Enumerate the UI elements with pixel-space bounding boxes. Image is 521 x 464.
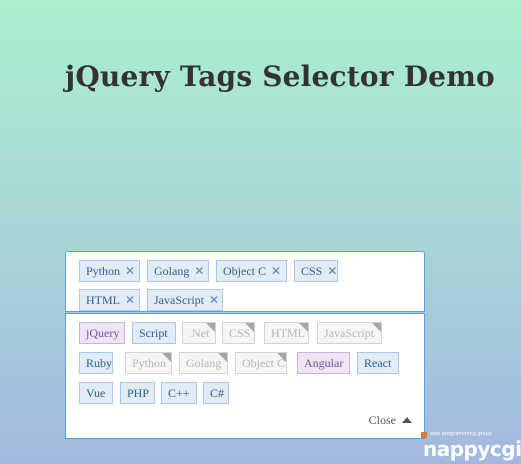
tag-option[interactable]: C# xyxy=(203,382,229,404)
selected-tag-label: Golang xyxy=(154,264,190,278)
tag-option-label: .Net xyxy=(189,326,210,340)
tag-option-label: CSS xyxy=(229,326,251,340)
tag-option-label: C++ xyxy=(168,386,190,400)
tag-option-label: Python xyxy=(132,356,167,370)
tag-option-label: Golang xyxy=(186,356,222,370)
tags-selector: Python ✕ Golang ✕ Object C ✕ CSS ✕ HTML ✕ JavaScri… xyxy=(65,251,425,439)
selected-tag-label: CSS xyxy=(301,264,323,278)
remove-tag-icon[interactable]: ✕ xyxy=(327,261,337,281)
tag-options-dropdown: Close jQuery Script .Net CSS HTML JavaScript R… xyxy=(65,313,425,439)
tag-option: JavaScript xyxy=(317,322,382,344)
tag-option-label: React xyxy=(364,356,392,370)
tag-option-label: Vue xyxy=(86,386,106,400)
tag-option[interactable]: React xyxy=(357,352,399,374)
remove-tag-icon[interactable]: ✕ xyxy=(125,290,135,310)
selected-tag: HTML ✕ xyxy=(79,289,140,311)
tag-option-label: Ruby xyxy=(86,356,113,370)
tag-option-label: JavaScript xyxy=(324,326,374,340)
tag-option[interactable]: C++ xyxy=(161,382,197,404)
tag-option[interactable]: Vue xyxy=(79,382,113,404)
remove-tag-icon[interactable]: ✕ xyxy=(209,290,219,310)
tag-option[interactable]: Script xyxy=(132,322,176,344)
tag-option-label: Object C xyxy=(242,356,285,370)
tag-option-label: HTML xyxy=(271,326,305,340)
tag-option-label: Angular xyxy=(304,356,344,370)
selected-tags-box[interactable]: Python ✕ Golang ✕ Object C ✕ CSS ✕ HTML ✕ JavaScri… xyxy=(65,251,425,312)
tag-option[interactable]: Ruby xyxy=(79,352,113,374)
tag-option: HTML xyxy=(264,322,309,344)
selected-tag: CSS ✕ xyxy=(294,260,338,282)
selected-tag-label: Object C xyxy=(223,264,266,278)
caret-up-icon xyxy=(402,417,412,423)
remove-tag-icon[interactable]: ✕ xyxy=(271,261,281,281)
tag-option: Object C xyxy=(235,352,287,374)
selected-tag: Golang ✕ xyxy=(147,260,209,282)
tag-option[interactable]: Angular xyxy=(297,352,350,374)
tag-option-label: PHP xyxy=(127,386,150,400)
tag-option-label: Script xyxy=(139,326,168,340)
selected-tag-label: JavaScript xyxy=(154,293,204,307)
tag-option-label: jQuery xyxy=(86,326,120,340)
remove-tag-icon[interactable]: ✕ xyxy=(125,261,135,281)
selected-tag: Object C ✕ xyxy=(216,260,287,282)
logo-brand: nappycgi xyxy=(423,437,521,461)
tag-option: CSS xyxy=(222,322,255,344)
tag-option: .Net xyxy=(182,322,216,344)
selected-tag: JavaScript ✕ xyxy=(147,289,223,311)
tag-option[interactable]: jQuery xyxy=(79,322,125,344)
selected-tag-label: Python xyxy=(86,264,121,278)
close-dropdown-button[interactable]: Close xyxy=(369,413,412,428)
selected-tag: Python ✕ xyxy=(79,260,140,282)
selected-tag-label: HTML xyxy=(86,293,120,307)
page-title: jQuery Tags Selector Demo xyxy=(65,60,495,93)
tag-option: Golang xyxy=(179,352,228,374)
close-label: Close xyxy=(368,413,396,427)
remove-tag-icon[interactable]: ✕ xyxy=(194,261,204,281)
nappycgi-logo: web programming group nappycgi xyxy=(421,431,521,464)
tag-option: Python xyxy=(125,352,172,374)
tag-option-label: C# xyxy=(210,386,225,400)
tag-option[interactable]: PHP xyxy=(120,382,155,404)
